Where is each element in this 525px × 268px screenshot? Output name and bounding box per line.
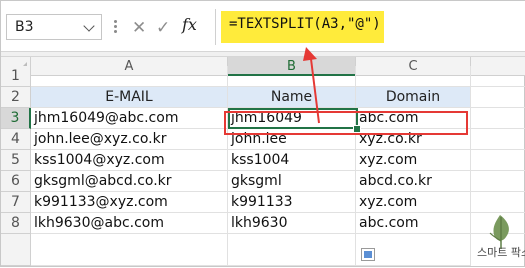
watermark-text: 스마트 팍스	[477, 246, 525, 259]
annotation-arrow	[303, 47, 320, 124]
quick-analysis-icon[interactable]	[361, 248, 375, 261]
arrow-head	[303, 47, 317, 61]
arrow-shaft	[310, 58, 320, 124]
spreadsheet-window: B3 ✕ ✓ fx =TEXTSPLIT(A3,"@") A B C 1 2 3…	[0, 0, 525, 267]
